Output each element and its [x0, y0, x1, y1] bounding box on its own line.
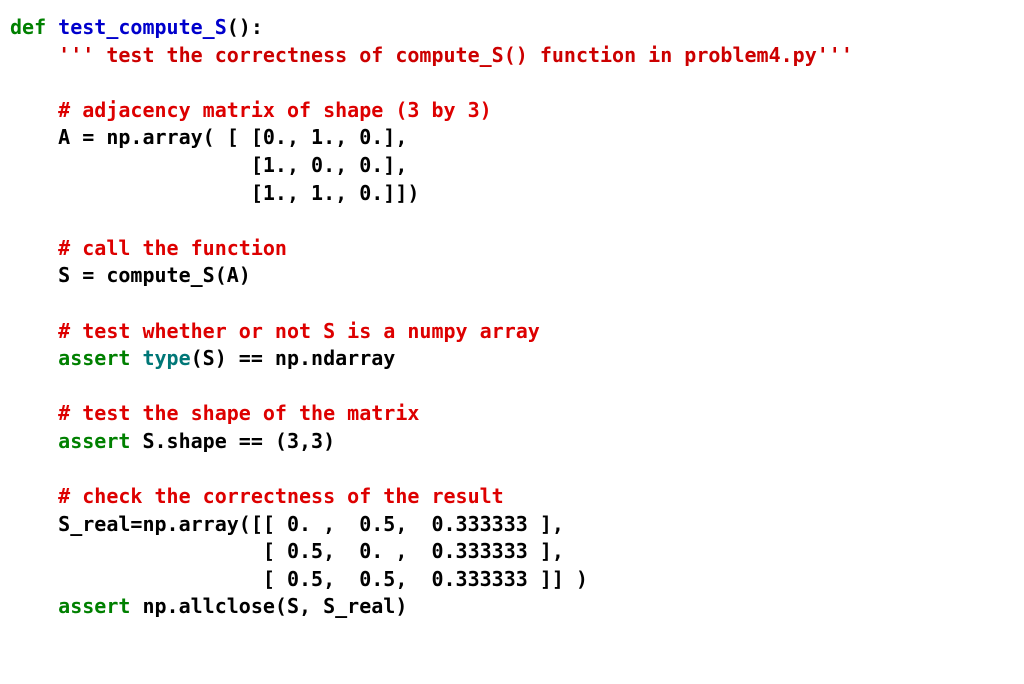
call-line: S = compute_S(A) — [58, 263, 251, 287]
builtin-type: type — [142, 346, 190, 370]
keyword-assert-1: assert — [58, 346, 130, 370]
keyword-def: def — [10, 15, 46, 39]
array-def-line-3: [1., 1., 0.]]) — [58, 181, 419, 205]
docstring-body: test the correctness of compute_S() func… — [94, 43, 816, 67]
function-name: test_compute_S — [58, 15, 227, 39]
comment-4: # test the shape of the matrix — [58, 401, 419, 425]
comment-1: # adjacency matrix of shape (3 by 3) — [58, 98, 491, 122]
s-real-line-2: [ 0.5, 0. , 0.333333 ], — [58, 539, 564, 563]
array-def-line-2: [1., 0., 0.], — [58, 153, 407, 177]
comment-5: # check the correctness of the result — [58, 484, 504, 508]
assert-1-tail: (S) == np.ndarray — [191, 346, 396, 370]
keyword-assert-3: assert — [58, 594, 130, 618]
comment-3: # test whether or not S is a numpy array — [58, 319, 540, 343]
s-real-line-3: [ 0.5, 0.5, 0.333333 ]] ) — [58, 567, 588, 591]
space-1 — [130, 346, 142, 370]
python-code-block: def test_compute_S(): ''' test the corre… — [0, 0, 1024, 631]
keyword-assert-2: assert — [58, 429, 130, 453]
docstring-open: ''' — [58, 43, 94, 67]
array-def-line-1: A = np.array( [ [0., 1., 0.], — [58, 125, 407, 149]
comment-2: # call the function — [58, 236, 287, 260]
signature-tail: (): — [227, 15, 263, 39]
docstring-close: ''' — [817, 43, 853, 67]
assert-2-tail: S.shape == (3,3) — [130, 429, 335, 453]
s-real-line-1: S_real=np.array([[ 0. , 0.5, 0.333333 ], — [58, 512, 564, 536]
assert-3-tail: np.allclose(S, S_real) — [130, 594, 407, 618]
